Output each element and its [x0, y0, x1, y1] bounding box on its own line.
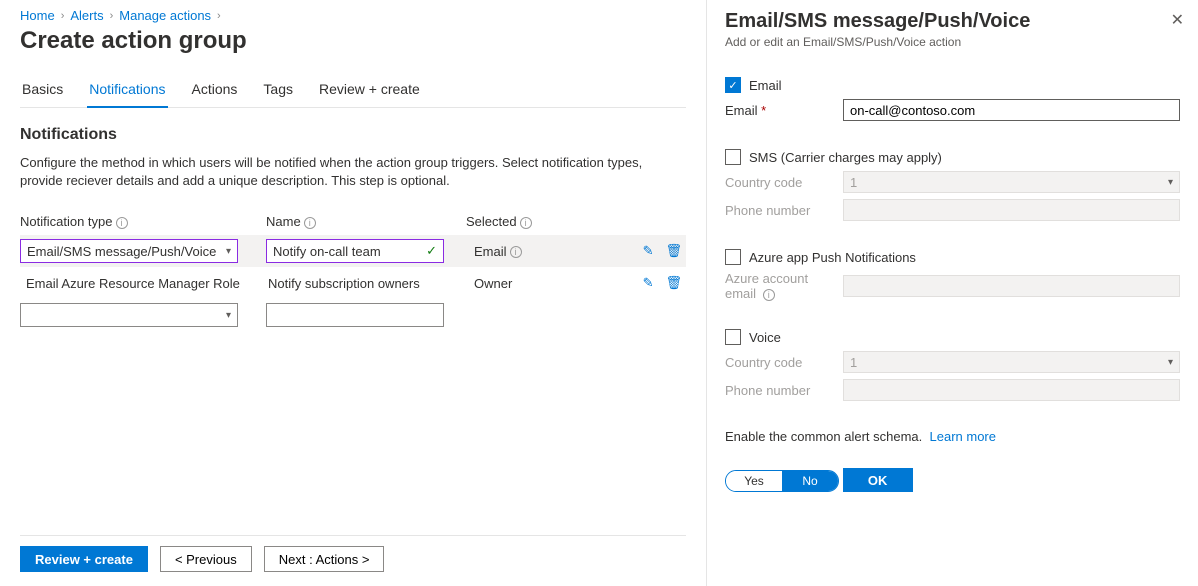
email-field[interactable] — [843, 99, 1180, 121]
sms-phone-field — [843, 199, 1180, 221]
push-checkbox[interactable] — [725, 249, 741, 265]
common-schema-toggle[interactable]: Yes No — [725, 470, 839, 492]
tab-review-create[interactable]: Review + create — [317, 73, 422, 107]
chevron-down-icon: ▾ — [1168, 357, 1173, 368]
sms-phone-label: Phone number — [725, 203, 835, 218]
notification-type-dropdown[interactable]: Email/SMS message/Push/Voice ▾ — [20, 239, 238, 263]
previous-button[interactable]: < Previous — [160, 546, 252, 572]
azure-account-email-field — [843, 275, 1180, 297]
table-row: Email/SMS message/Push/Voice ▾ Notify on… — [20, 235, 686, 267]
voice-block: Voice Country code 1▾ Phone number — [725, 329, 1180, 401]
panel-title: Email/SMS message/Push/Voice — [725, 10, 1180, 33]
sms-country-code-label: Country code — [725, 175, 835, 190]
chevron-right-icon: › — [217, 10, 221, 22]
info-icon[interactable]: i — [510, 246, 522, 258]
footer-bar: Review + create < Previous Next : Action… — [20, 535, 686, 586]
sms-checkbox[interactable] — [725, 149, 741, 165]
table-row-empty: ▾ — [20, 299, 686, 331]
voice-country-code-dropdown: 1▾ — [843, 351, 1180, 373]
tabs: Basics Notifications Actions Tags Review… — [20, 73, 686, 108]
sms-checkbox-label: SMS (Carrier charges may apply) — [749, 150, 942, 165]
chevron-down-icon: ▾ — [226, 310, 231, 321]
col-notification-type: Notification type — [20, 214, 113, 229]
sms-block: SMS (Carrier charges may apply) Country … — [725, 149, 1180, 221]
notification-name-input[interactable]: Notify on-call team ✓ — [266, 239, 444, 263]
voice-phone-field — [843, 379, 1180, 401]
edit-icon[interactable]: ✎ — [643, 275, 654, 291]
close-icon[interactable]: ✕ — [1171, 10, 1184, 30]
chevron-right-icon: › — [61, 10, 65, 22]
voice-checkbox[interactable] — [725, 329, 741, 345]
breadcrumb-home[interactable]: Home — [20, 8, 55, 23]
toggle-yes[interactable]: Yes — [726, 471, 782, 491]
chevron-right-icon: › — [110, 10, 114, 22]
email-checkbox[interactable]: ✓ — [725, 77, 741, 93]
voice-country-code-label: Country code — [725, 355, 835, 370]
edit-icon[interactable]: ✎ — [643, 243, 654, 259]
learn-more-link[interactable]: Learn more — [930, 429, 996, 444]
notification-name-text: Notify subscription owners — [266, 276, 420, 291]
push-block: Azure app Push Notifications Azure accou… — [725, 249, 1180, 301]
section-description: Configure the method in which users will… — [20, 154, 660, 190]
voice-phone-label: Phone number — [725, 383, 835, 398]
side-panel: ✕ Email/SMS message/Push/Voice Add or ed… — [706, 0, 1198, 586]
breadcrumb-alerts[interactable]: Alerts — [70, 8, 103, 23]
email-checkbox-label: Email — [749, 78, 782, 93]
tab-notifications[interactable]: Notifications — [87, 73, 167, 108]
email-field-label: Email * — [725, 103, 835, 118]
email-block: ✓ Email Email * — [725, 77, 1180, 121]
panel-subtitle: Add or edit an Email/SMS/Push/Voice acti… — [725, 35, 1180, 49]
dropdown-value: Email/SMS message/Push/Voice — [27, 244, 216, 259]
tab-basics[interactable]: Basics — [20, 73, 65, 107]
info-icon[interactable]: i — [520, 217, 532, 229]
notification-type-text: Email Azure Resource Manager Role — [20, 276, 240, 291]
push-checkbox-label: Azure app Push Notifications — [749, 250, 916, 265]
input-value: Notify on-call team — [273, 244, 381, 259]
tab-actions[interactable]: Actions — [190, 73, 240, 107]
sms-country-code-dropdown: 1▾ — [843, 171, 1180, 193]
chevron-down-icon: ▾ — [1168, 177, 1173, 188]
notification-type-dropdown-empty[interactable]: ▾ — [20, 303, 238, 327]
toggle-no[interactable]: No — [782, 471, 838, 491]
breadcrumb-manage-actions[interactable]: Manage actions — [119, 8, 211, 23]
next-actions-button[interactable]: Next : Actions > — [264, 546, 385, 572]
table-row: Email Azure Resource Manager Role Notify… — [20, 267, 686, 299]
tab-tags[interactable]: Tags — [261, 73, 295, 107]
ok-button[interactable]: OK — [843, 468, 913, 492]
common-schema-text: Enable the common alert schema. Learn mo… — [725, 429, 1180, 444]
notification-name-input-empty[interactable] — [266, 303, 444, 327]
col-name: Name — [266, 214, 301, 229]
delete-icon[interactable]: 🗑 — [665, 243, 682, 259]
chevron-down-icon: ▾ — [226, 246, 231, 257]
col-selected: Selected — [466, 214, 517, 229]
section-title: Notifications — [20, 126, 686, 144]
main-content: Home › Alerts › Manage actions › Create act… — [0, 0, 706, 586]
selected-value: Owner — [472, 276, 512, 291]
info-icon[interactable]: i — [116, 217, 128, 229]
page-title: Create action group — [20, 27, 686, 55]
review-create-button[interactable]: Review + create — [20, 546, 148, 572]
voice-checkbox-label: Voice — [749, 330, 781, 345]
azure-account-email-label: Azure account email i — [725, 271, 835, 301]
table-header: Notification typei Namei Selectedi — [20, 210, 686, 235]
info-icon[interactable]: i — [763, 289, 775, 301]
selected-value: Email — [472, 244, 507, 259]
breadcrumb: Home › Alerts › Manage actions › — [20, 8, 686, 23]
checkmark-icon: ✓ — [426, 243, 437, 259]
delete-icon[interactable]: 🗑 — [665, 275, 682, 291]
info-icon[interactable]: i — [304, 217, 316, 229]
